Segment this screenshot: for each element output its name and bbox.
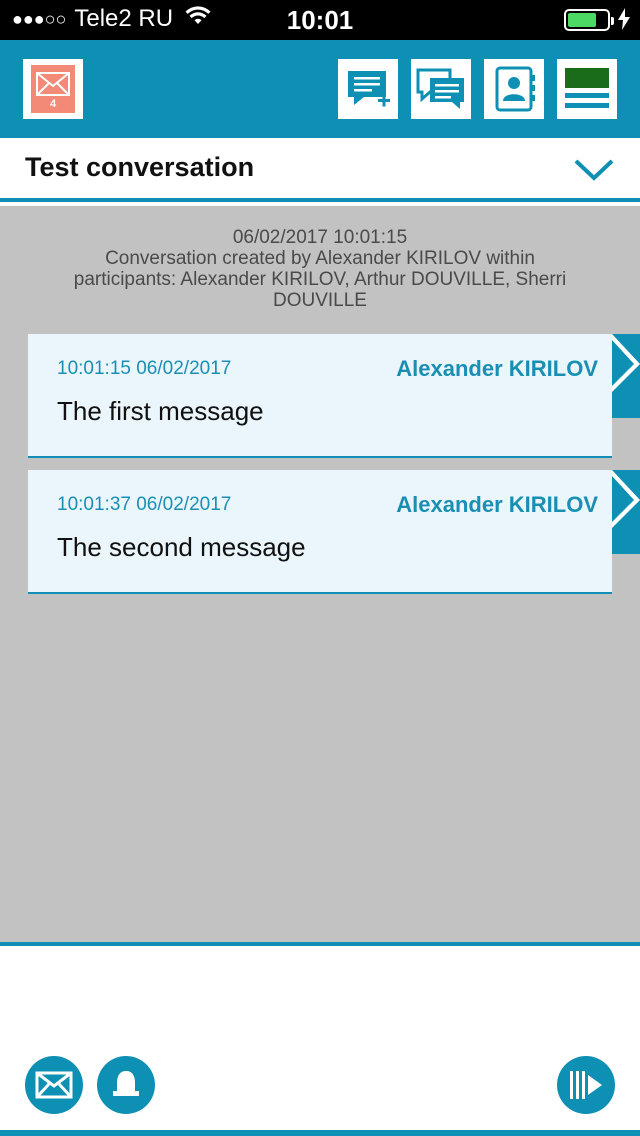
unread-badge: 4 xyxy=(49,98,57,110)
new-message-button[interactable] xyxy=(338,59,398,119)
bell-icon xyxy=(113,1071,139,1096)
bottom-accent-line xyxy=(0,1130,640,1136)
creation-details: Conversation created by Alexander KIRILO… xyxy=(73,248,567,311)
conversation-info: 06/02/2017 10:01:15 Conversation created… xyxy=(60,227,580,311)
message-time: 10:01:15 06/02/2017 xyxy=(57,358,232,379)
chevron-down-icon[interactable] xyxy=(574,158,614,187)
message-time: 10:01:37 06/02/2017 xyxy=(57,494,232,515)
menu-button[interactable] xyxy=(557,59,617,119)
message-list[interactable]: 06/02/2017 10:01:15 Conversation created… xyxy=(0,206,640,942)
inbox-button[interactable]: 4 xyxy=(23,59,83,119)
charging-icon xyxy=(618,8,630,35)
envelope-icon: 4 xyxy=(31,65,75,113)
battery-icon xyxy=(564,9,614,31)
menu-icon xyxy=(565,68,609,108)
message-text: The second message xyxy=(57,532,306,562)
creation-timestamp: 06/02/2017 10:01:15 xyxy=(232,227,408,248)
play-icon xyxy=(570,1071,602,1099)
play-button[interactable] xyxy=(557,1056,615,1114)
bottom-bar xyxy=(0,942,640,1136)
envelope-icon xyxy=(35,1071,73,1099)
message-bubble[interactable]: 10:01:15 06/02/2017 Alexander KIRILOV Th… xyxy=(28,334,612,458)
message-author: Alexander KIRILOV xyxy=(396,492,598,517)
compose-mail-button[interactable] xyxy=(25,1056,83,1114)
status-bar: ●●●○○ Tele2 RU 10:01 xyxy=(0,0,640,40)
conversation-header: Test conversation xyxy=(0,138,640,202)
message-tab-arrow-icon xyxy=(612,334,640,418)
app-toolbar: 4 xyxy=(0,40,640,138)
conversations-button[interactable] xyxy=(411,59,471,119)
clock: 10:01 xyxy=(286,5,354,35)
contacts-book-icon xyxy=(495,66,535,112)
contacts-button[interactable] xyxy=(484,59,544,119)
conversation-title: Test conversation xyxy=(25,152,255,182)
message-author: Alexander KIRILOV xyxy=(396,356,598,381)
new-message-icon xyxy=(348,71,390,107)
message-tab-arrow-icon xyxy=(612,470,640,554)
notifications-button[interactable] xyxy=(97,1056,155,1114)
conversations-icon xyxy=(416,68,464,109)
message-text: The first message xyxy=(57,396,264,426)
message-bubble[interactable]: 10:01:37 06/02/2017 Alexander KIRILOV Th… xyxy=(28,470,612,594)
